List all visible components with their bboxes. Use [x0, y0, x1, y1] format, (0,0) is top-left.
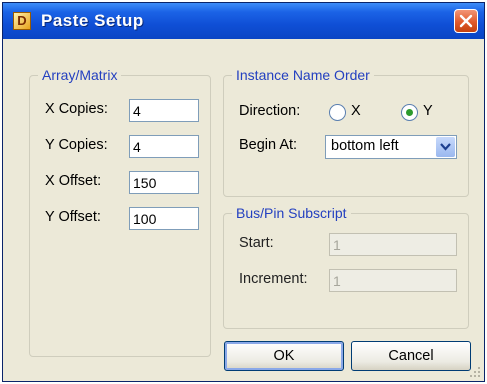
close-icon: [459, 14, 473, 28]
app-icon: D: [13, 12, 31, 30]
begin-at-dropdown[interactable]: bottom left: [325, 135, 457, 159]
y-offset-input[interactable]: [129, 207, 199, 230]
y-offset-label: Y Offset:: [45, 209, 101, 225]
begin-at-value: bottom left: [331, 138, 399, 154]
resize-grip-icon[interactable]: [469, 366, 481, 378]
ok-button[interactable]: OK: [224, 341, 344, 371]
bus-pin-subscript-legend: Bus/Pin Subscript: [236, 205, 347, 221]
start-label: Start:: [239, 235, 274, 251]
dialog-title: Paste Setup: [41, 11, 144, 30]
direction-y-label: Y: [423, 103, 433, 119]
chevron-down-icon: [440, 143, 451, 151]
increment-label: Increment:: [239, 271, 308, 287]
begin-at-label: Begin At:: [239, 137, 298, 153]
x-offset-label: X Offset:: [45, 173, 102, 189]
paste-setup-dialog: D Paste Setup Array/Matrix X Copies: Y C…: [2, 2, 485, 382]
instance-name-order-legend: Instance Name Order: [236, 67, 370, 83]
direction-x-label: X: [351, 103, 361, 119]
y-copies-input[interactable]: [129, 135, 199, 158]
start-input[interactable]: [329, 233, 457, 256]
direction-y-radio[interactable]: [401, 104, 418, 121]
title-bar[interactable]: D Paste Setup: [3, 3, 484, 39]
cancel-button[interactable]: Cancel: [351, 341, 471, 371]
increment-input[interactable]: [329, 269, 457, 292]
dialog-body: Array/Matrix X Copies: Y Copies: X Offse…: [3, 39, 484, 381]
direction-label: Direction:: [239, 103, 301, 119]
array-matrix-legend: Array/Matrix: [42, 67, 118, 83]
x-offset-input[interactable]: [129, 171, 199, 194]
direction-x-radio[interactable]: [329, 104, 346, 121]
y-copies-label: Y Copies:: [45, 137, 108, 153]
close-button[interactable]: [454, 9, 478, 33]
x-copies-label: X Copies:: [45, 101, 108, 117]
x-copies-input[interactable]: [129, 99, 199, 122]
bus-pin-subscript-group: Bus/Pin Subscript: [223, 205, 469, 329]
instance-name-order-group: Instance Name Order: [223, 67, 469, 197]
dropdown-arrow[interactable]: [436, 137, 455, 157]
